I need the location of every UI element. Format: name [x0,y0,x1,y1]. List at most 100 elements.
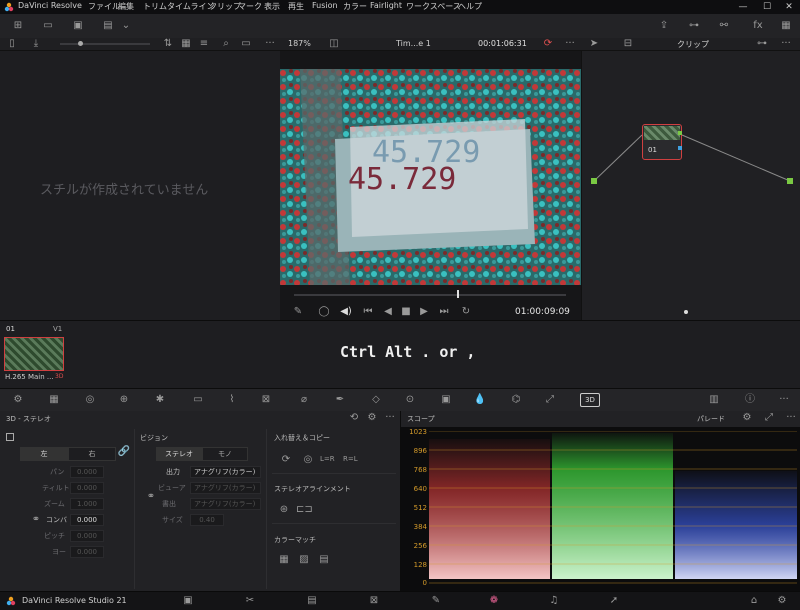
hdr-icon[interactable]: ⊕ [116,393,132,407]
eyedropper-icon[interactable]: ✎ [290,305,306,319]
node-key-port[interactable] [678,146,682,150]
close-icon[interactable]: ✕ [778,0,800,14]
fairlight-page-icon[interactable]: ♫ [546,594,562,608]
node-layout-icon[interactable]: ⊶ [754,37,770,51]
settings-icon[interactable]: ⚙ [774,594,790,608]
scopes-icon[interactable]: ▥ [706,393,722,407]
copy-left-to-right-button[interactable]: L=R [320,455,335,463]
play-reverse-icon[interactable]: ◀ [380,305,396,319]
rgb-mixer-icon[interactable]: ✱ [152,393,168,407]
page-indicator[interactable] [684,310,688,314]
copy-icon[interactable]: ◎ [300,453,316,467]
viewer-layout-icon[interactable]: ▭ [238,37,254,51]
list-view-icon[interactable]: ≡ [196,37,212,51]
more-icon[interactable]: ··· [778,37,794,51]
info-icon[interactable]: ⓘ [742,393,758,407]
pan-field[interactable]: 0.000 [70,466,104,478]
viewer-scrubber[interactable] [294,294,566,296]
maximize-icon[interactable]: ☐ [756,0,778,14]
menu-edit[interactable]: 編集 [118,1,134,12]
deliver-page-icon[interactable]: ➚ [606,594,622,608]
lut-icon[interactable]: ▣ [70,19,86,33]
color-wheels-icon[interactable]: ◎ [82,393,98,407]
more-icon[interactable]: ··· [562,37,578,51]
align-options-icon[interactable]: ⊏⊐ [296,503,313,517]
menu-workspace[interactable]: ワークスペース [406,1,461,12]
play-icon[interactable]: ▶ [416,305,432,319]
node-editor-icon[interactable]: ⊶ [686,19,702,33]
timeline-clip-thumbnail[interactable] [4,337,64,371]
qualifier-icon[interactable]: ⌀ [296,393,312,407]
fx-icon[interactable]: fx [750,19,766,33]
more-icon[interactable]: ··· [262,37,278,51]
menu-fairlight[interactable]: Fairlight [370,1,402,10]
scope-mode-dropdown[interactable]: パレード [697,414,725,424]
reset-icon[interactable]: ⟲ [346,411,362,425]
color-warper-icon[interactable]: ⊠ [258,393,274,407]
menu-color[interactable]: カラー [343,1,367,12]
edit-page-icon[interactable]: ▤ [304,594,320,608]
menu-file[interactable]: ファイル [88,1,120,12]
lightbox-icon[interactable]: ▦ [778,19,794,33]
clips-icon[interactable]: ▤ [100,19,116,33]
tab-stereo[interactable]: ステレオ [156,447,202,461]
link-icon[interactable]: ⚭ [143,490,159,504]
menu-clip[interactable]: クリップ [209,1,241,12]
menu-view[interactable]: 表示 [264,1,280,12]
sidebar-toggle-icon[interactable]: ▯ [4,37,20,51]
search-icon[interactable]: ⌕ [218,37,234,51]
zoom-level[interactable]: 187% [288,39,311,48]
copy-right-to-left-button[interactable]: R=L [343,455,358,463]
viewer-playhead[interactable] [457,290,460,298]
auto-align-icon[interactable]: ⊛ [276,503,292,517]
motion-effects-icon[interactable]: ▭ [190,393,206,407]
node-view-icon[interactable]: ⊟ [620,37,636,51]
pitch-field[interactable]: 0.000 [70,530,104,542]
tab-right-eye[interactable]: 右 [68,447,116,461]
media-pool-icon[interactable]: ⊞ [10,19,26,33]
fusion-fx-page-icon[interactable]: ✎ [428,594,444,608]
wipe-icon[interactable]: ◫ [326,37,342,51]
menu-mark[interactable]: マーク [238,1,262,12]
fusion-page-icon[interactable]: ⊠ [366,594,382,608]
more-icon[interactable]: ··· [776,393,792,407]
grid-view-icon[interactable]: ▦ [178,37,194,51]
render-dropdown[interactable]: アナグリフ(カラー) [190,498,261,510]
minimize-icon[interactable]: — [732,0,754,14]
curves-icon[interactable]: ⌇ [224,393,240,407]
size-field[interactable]: 0.40 [190,514,224,526]
menu-timeline[interactable]: タイムライン [167,1,214,12]
tracker-icon[interactable]: ⊙ [402,393,418,407]
panel-toggle-icon[interactable] [6,433,14,441]
share-icon[interactable]: ⇪ [656,19,672,33]
link-icon[interactable]: 🔗 [116,445,132,459]
convergence-field[interactable]: 0.000 [70,514,104,526]
blur-icon[interactable]: 💧 [472,393,488,407]
expand-icon[interactable]: ⤢ [761,411,777,425]
go-to-start-icon[interactable]: ⏮ [360,305,376,319]
chevron-down-icon[interactable]: ⌄ [118,19,134,33]
sort-icon[interactable]: ⇅ [160,37,176,51]
camera-raw-icon[interactable]: ⚙ [10,393,26,407]
settings-icon[interactable]: ⚙ [364,411,380,425]
menu-trim[interactable]: トリム [143,1,167,12]
match-grid-icon[interactable]: ▦ [276,553,292,567]
media-page-icon[interactable]: ▣ [180,594,196,608]
openfx-icon[interactable]: ⚯ [716,19,732,33]
clip-mode-dropdown[interactable]: クリップ [677,39,709,50]
tab-mono[interactable]: モノ [202,447,248,461]
window-icon[interactable]: ◇ [368,393,384,407]
qualifier-picker-icon[interactable]: ✒ [332,393,348,407]
link-icon[interactable]: ⚭ [28,513,44,527]
speaker-icon[interactable]: ◀) [338,305,354,319]
highlight-icon[interactable]: ◯ [316,305,332,319]
cut-page-icon[interactable]: ✂ [242,594,258,608]
match-table-icon[interactable]: ▤ [316,553,332,567]
clip-name[interactable]: H.265 Main ... [5,373,54,381]
more-icon[interactable]: ··· [783,411,799,425]
stop-icon[interactable]: ■ [398,305,414,319]
color-sync-icon[interactable]: ⟳ [540,37,556,51]
menu-playback[interactable]: 再生 [288,1,304,12]
output-dropdown[interactable]: アナグリフ(カラー) [190,466,261,478]
menu-fusion[interactable]: Fusion [312,1,338,10]
